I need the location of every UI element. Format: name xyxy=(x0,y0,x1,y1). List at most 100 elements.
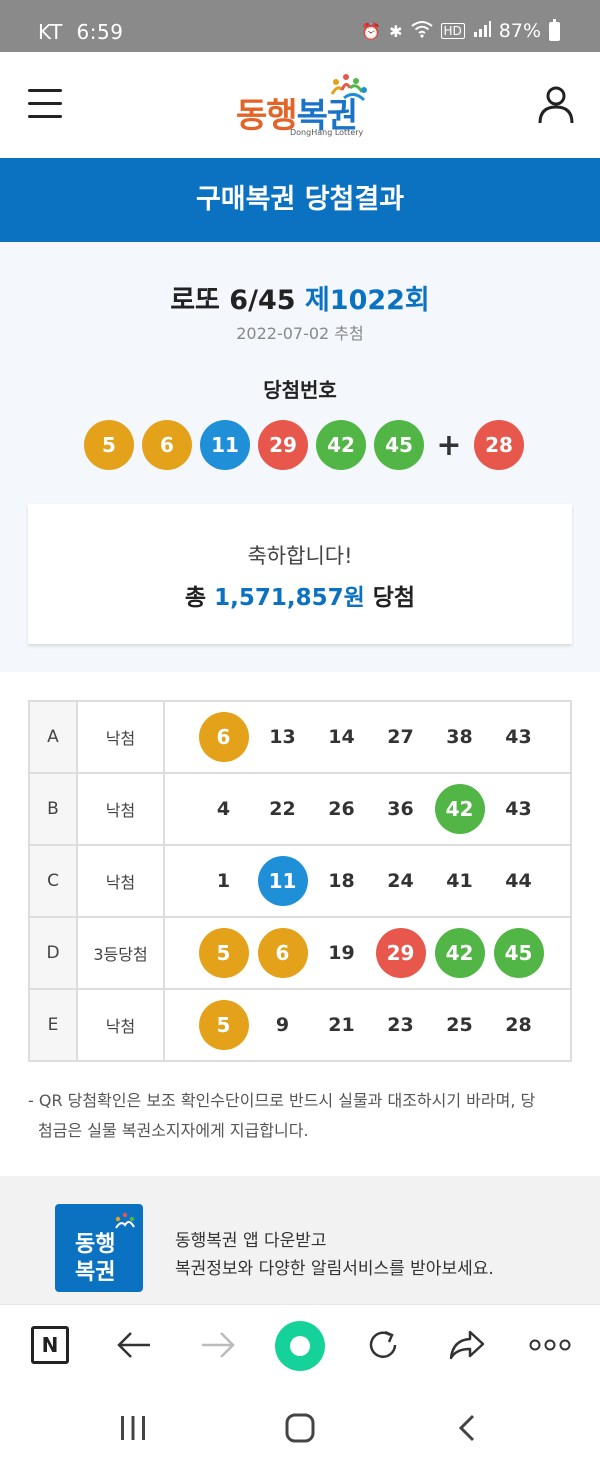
ticket-row: B 낙첨 4 22 26 36 42 43 xyxy=(28,772,572,846)
site-header: 동행복권 DongHang Lottery xyxy=(0,52,600,158)
ticket-number: 43 xyxy=(505,798,532,820)
winning-numbers: 5 6 11 29 42 45 +28 xyxy=(84,420,532,470)
ticket-number: 9 xyxy=(275,1014,290,1036)
ticket-row: C 낙첨 1 11 18 24 41 44 xyxy=(28,844,572,918)
bonus-ball: 28 xyxy=(474,420,524,470)
matched-number-ball: 29 xyxy=(375,928,426,978)
winning-ball: 29 xyxy=(258,420,308,470)
system-nav-bar xyxy=(0,1388,600,1466)
app-logo-icon: 동행 복권 xyxy=(55,1204,143,1292)
refresh-button[interactable] xyxy=(361,1323,405,1367)
ticket-row: E 낙첨 5 9 21 23 25 28 xyxy=(28,988,572,1062)
ticket-row-status: 3등당첨 xyxy=(76,916,165,990)
matched-number-ball: 6 xyxy=(198,712,249,762)
wifi-icon xyxy=(410,20,433,42)
status-carrier-time: KT 6:59 xyxy=(38,20,123,44)
refresh-icon xyxy=(369,1330,397,1358)
alarm-icon: ⏰ xyxy=(361,21,382,41)
ticket-table: A 낙첨 6 13 14 27 38 43 B 낙첨 4 22 26 36 42 43 C 낙첨 1 11 18 24 41… xyxy=(28,700,572,1062)
winning-ball: 5 xyxy=(84,420,134,470)
ticket-number: 43 xyxy=(505,726,532,748)
ticket-number: 24 xyxy=(387,870,414,892)
winning-ball: 42 xyxy=(316,420,366,470)
ticket-number: 1 xyxy=(216,870,231,892)
recent-apps-icon xyxy=(121,1416,145,1440)
system-home-button[interactable] xyxy=(284,1413,316,1447)
matched-number-ball: 5 xyxy=(198,1000,249,1050)
game-title: 로또 6/45 제1022회 xyxy=(0,278,600,317)
battery-icon xyxy=(549,18,560,41)
congrats-message: 축하합니다! xyxy=(247,544,353,568)
banner-line-2: 복권정보와 다양한 알림서비스를 받아보세요. xyxy=(175,1259,494,1279)
ticket-row-status: 낙첨 xyxy=(76,700,165,774)
congrats-box: 축하합니다! 총 1,571,857원 당첨 xyxy=(28,504,572,644)
app-download-banner[interactable]: 동행 복권 동행복권 앱 다운받고 복권정보와 다양한 알림서비스를 받아보세요… xyxy=(0,1176,600,1304)
recent-apps-button[interactable] xyxy=(118,1414,148,1446)
ticket-row: A 낙첨 6 13 14 27 38 43 xyxy=(28,700,572,774)
ticket-number: 41 xyxy=(446,870,473,892)
bonus-plus-sign: + xyxy=(436,427,462,463)
winning-numbers-label: 당첨번호 xyxy=(263,378,337,402)
share-icon xyxy=(449,1330,485,1360)
logo-subtitle: DongHang Lottery xyxy=(290,128,364,137)
status-icons: ⏰ ✱ HD 87% xyxy=(361,18,560,42)
ticket-number: 22 xyxy=(269,798,296,820)
more-dots-icon xyxy=(529,1339,571,1351)
ticket-number: 19 xyxy=(328,942,355,964)
prize-suffix: 당첨 xyxy=(372,585,416,611)
status-bar: KT 6:59 ⏰ ✱ HD 87% xyxy=(0,0,600,52)
ticket-row-numbers: 5 6 19 29 42 45 xyxy=(163,916,572,990)
prize-total: 총 1,571,857원 당첨 xyxy=(28,578,572,612)
carrier-name: KT xyxy=(38,20,63,44)
ticket-number: 21 xyxy=(328,1014,355,1036)
prize-amount: 1,571,857원 xyxy=(214,585,365,611)
signal-icon xyxy=(473,21,491,41)
ticket-number: 28 xyxy=(505,1014,532,1036)
browser-toolbar: N xyxy=(0,1304,600,1388)
logo-text-part1: 동행 xyxy=(236,96,298,136)
ticket-row-numbers: 5 9 21 23 25 28 xyxy=(163,988,572,1062)
menu-icon[interactable] xyxy=(28,89,62,119)
winning-ball: 45 xyxy=(374,420,424,470)
naver-home-button[interactable]: N xyxy=(28,1323,72,1367)
ticket-number: 26 xyxy=(328,798,355,820)
share-button[interactable] xyxy=(445,1323,489,1367)
ticket-row-label: B xyxy=(28,772,78,846)
prize-prefix: 총 xyxy=(184,585,207,611)
site-logo[interactable]: 동행복권 DongHang Lottery xyxy=(236,72,367,142)
ticket-number: 13 xyxy=(269,726,296,748)
page-title: 구매복권 당첨결과 xyxy=(0,158,600,242)
notice-line-2: 첨금은 실물 복권소지자에게 지급합니다. xyxy=(38,1121,309,1140)
naver-n-icon: N xyxy=(31,1326,69,1364)
ticket-row-numbers: 4 22 26 36 42 43 xyxy=(163,772,572,846)
ticket-row-numbers: 1 11 18 24 41 44 xyxy=(163,844,572,918)
ticket-row-label: E xyxy=(28,988,78,1062)
ticket-number: 14 xyxy=(328,726,355,748)
user-icon[interactable] xyxy=(537,85,575,125)
bluetooth-icon: ✱ xyxy=(389,21,403,41)
draw-round: 제1022회 xyxy=(304,285,430,316)
arrow-right-icon xyxy=(202,1332,235,1358)
battery-percent: 87% xyxy=(498,20,541,42)
matched-number-ball: 45 xyxy=(493,928,544,978)
back-button[interactable] xyxy=(112,1323,156,1367)
more-button[interactable] xyxy=(528,1323,572,1367)
draw-date: 2022-07-02 추첨 xyxy=(236,324,364,343)
matched-number-ball: 42 xyxy=(434,784,485,834)
ticket-number: 4 xyxy=(216,798,231,820)
app-logo-line2: 복권 xyxy=(75,1260,116,1285)
ticket-number: 25 xyxy=(446,1014,473,1036)
ticket-number: 18 xyxy=(328,870,355,892)
system-back-button[interactable] xyxy=(456,1414,478,1446)
ticket-row-label: A xyxy=(28,700,78,774)
ticket-row-numbers: 6 13 14 27 38 43 xyxy=(163,700,572,774)
ticket-row-status: 낙첨 xyxy=(76,844,165,918)
matched-number-ball: 11 xyxy=(257,856,308,906)
ticket-row-label: C xyxy=(28,844,78,918)
game-name: 로또 6/45 xyxy=(170,285,296,316)
ticket-row: D 3등당첨 5 6 19 29 42 45 xyxy=(28,916,572,990)
forward-button[interactable] xyxy=(196,1323,240,1367)
home-button[interactable] xyxy=(275,1321,325,1371)
ticket-row-status: 낙첨 xyxy=(76,772,165,846)
ticket-number: 23 xyxy=(387,1014,414,1036)
